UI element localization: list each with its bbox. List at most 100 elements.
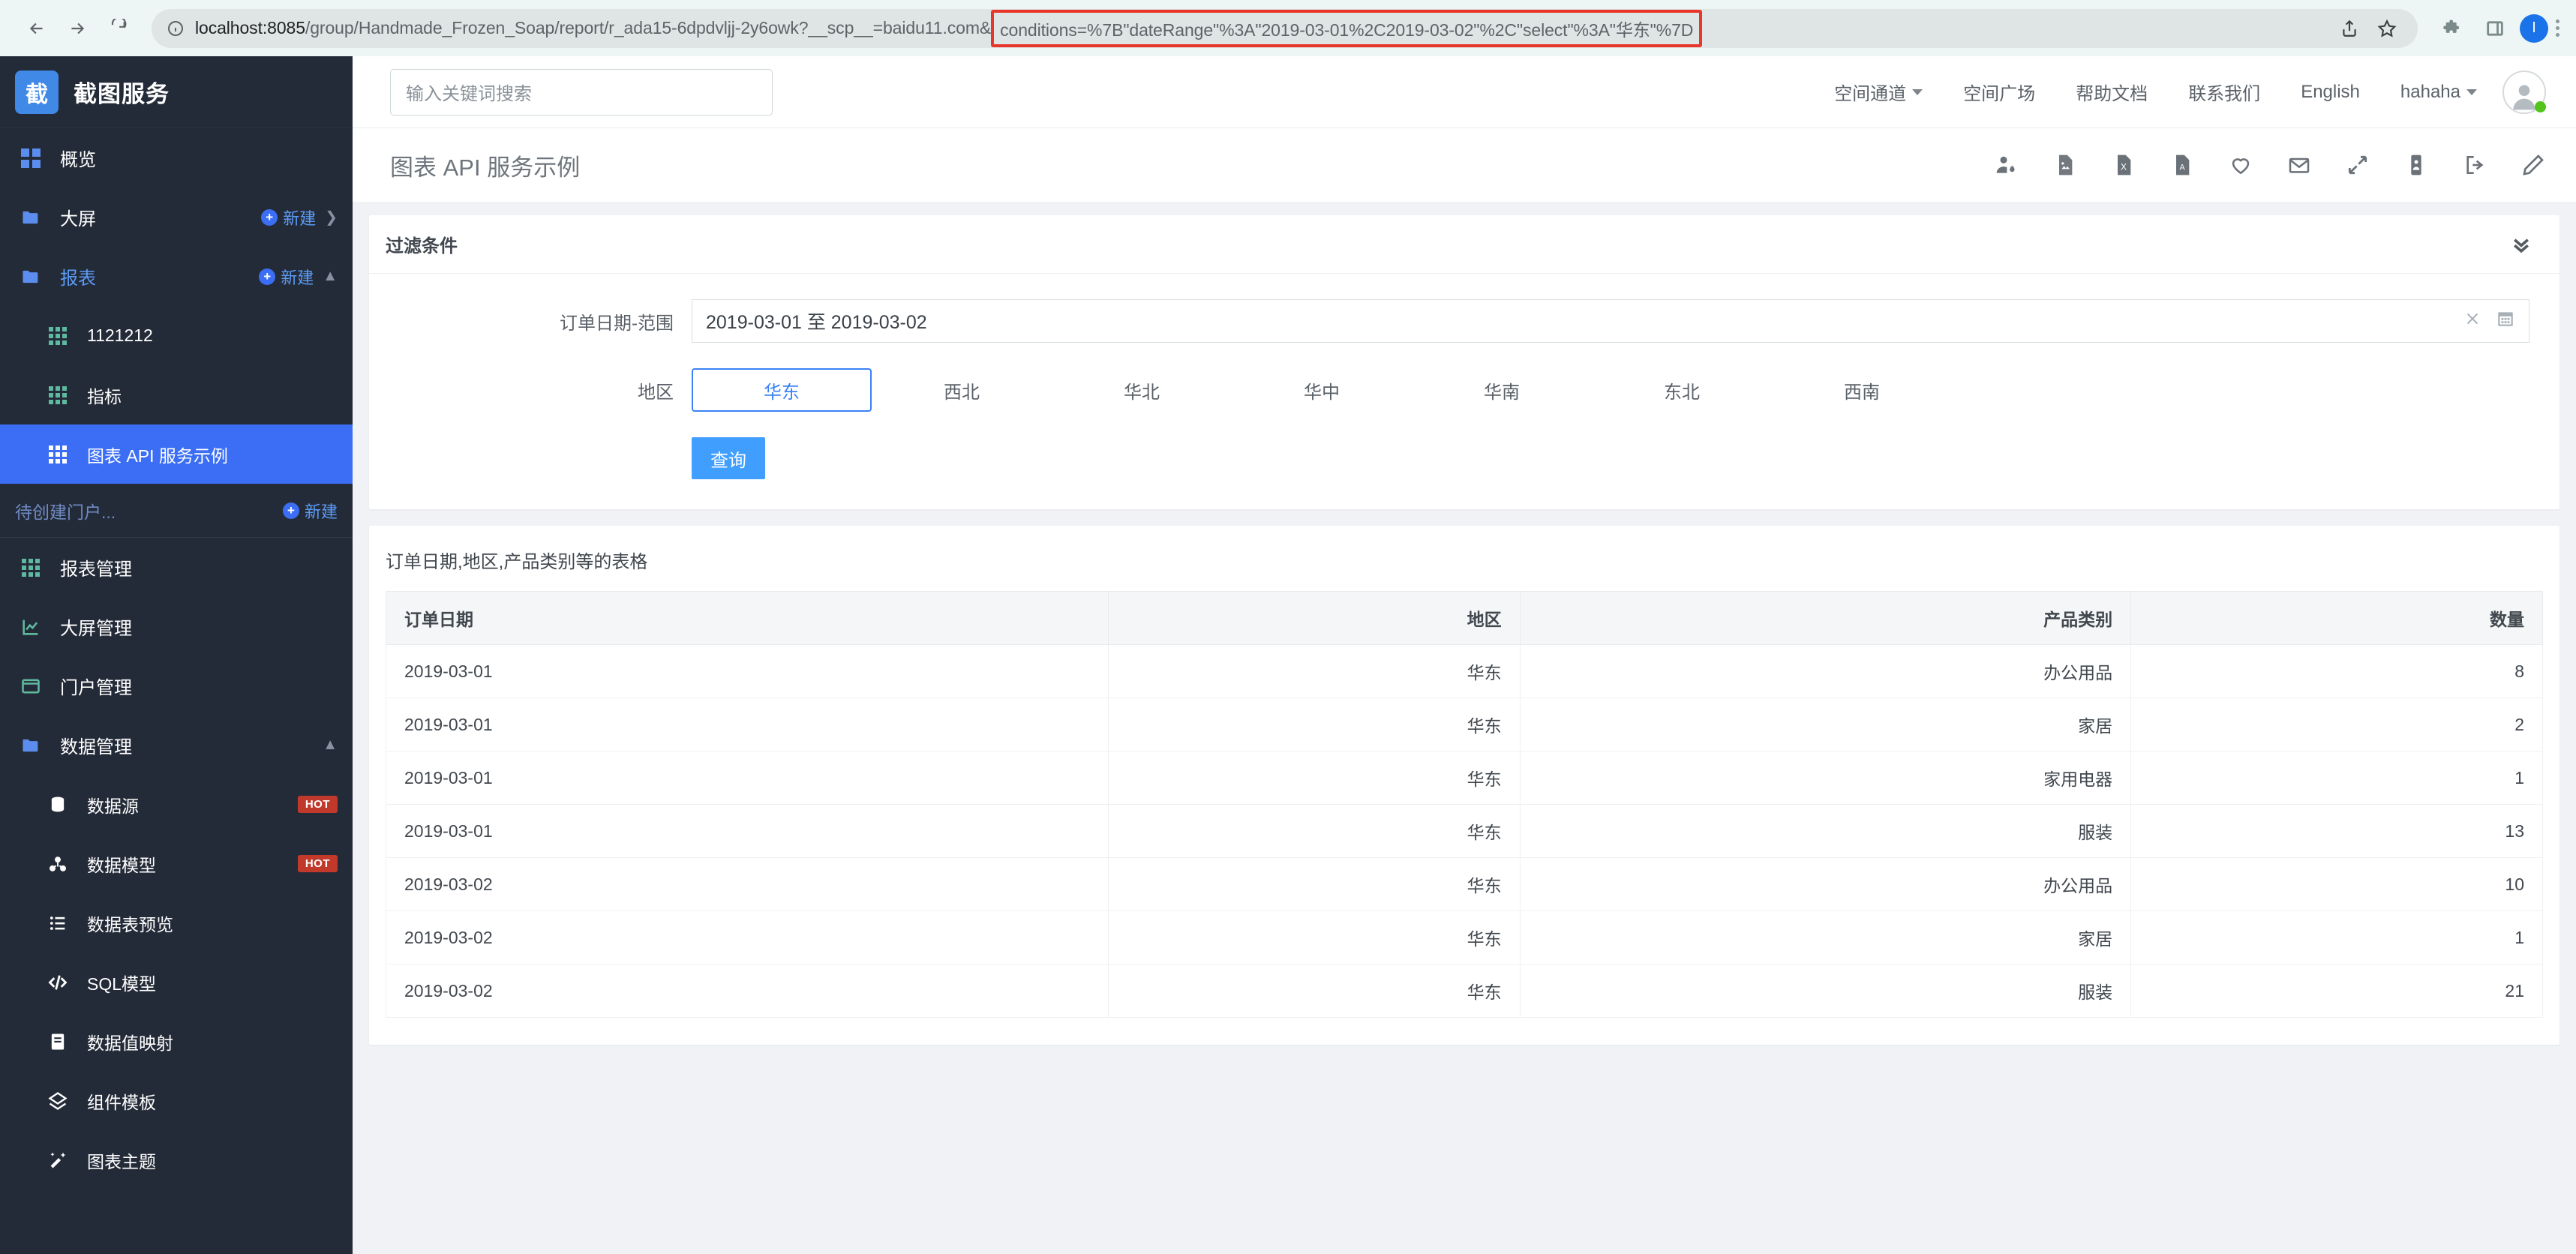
nav-help-docs[interactable]: 帮助文档: [2076, 79, 2148, 105]
mobile-preview-icon[interactable]: [2403, 152, 2429, 178]
region-option-xibei[interactable]: 西北: [872, 368, 1052, 412]
favorite-heart-icon[interactable]: [2228, 152, 2253, 178]
column-header-product-category[interactable]: 产品类别: [1519, 591, 2132, 645]
cell-product-category: 服装: [1519, 804, 2132, 858]
sidebar-item-metrics[interactable]: 指标: [0, 365, 353, 424]
folder-icon: [15, 735, 47, 756]
table-row[interactable]: 2019-03-02 华东 服装 21: [386, 964, 2543, 1018]
bookmark-star-icon[interactable]: [2370, 11, 2404, 46]
share-icon[interactable]: [2332, 11, 2367, 46]
nav-space-square[interactable]: 空间广场: [1963, 79, 2035, 105]
address-bar[interactable]: localhost:8085/group/Handmade_Frozen_Soa…: [152, 8, 2418, 48]
share-out-icon[interactable]: [2462, 152, 2487, 178]
edit-pencil-icon[interactable]: [2520, 152, 2546, 178]
region-option-huabei[interactable]: 华北: [1052, 368, 1232, 412]
window-icon: [15, 676, 47, 697]
sidebar-item-table-preview[interactable]: 数据表预览: [0, 893, 353, 952]
region-option-huadong[interactable]: 华东: [692, 368, 872, 412]
sidebar-item-label: 图表主题: [87, 1151, 156, 1172]
user-settings-icon[interactable]: [1994, 152, 2019, 178]
nav-language-english[interactable]: English: [2301, 82, 2360, 103]
table-row[interactable]: 2019-03-01 华东 办公用品 8: [386, 644, 2543, 698]
folder-icon: [15, 207, 47, 228]
export-excel-icon[interactable]: X: [2111, 152, 2136, 178]
sidebar-item-reports[interactable]: 报表 + 新建 ▲: [0, 247, 353, 306]
browser-profile-avatar[interactable]: I: [2520, 14, 2548, 43]
sidebar-item-component-template[interactable]: 组件模板: [0, 1071, 353, 1130]
sidebar-item-bigscreen-management[interactable]: 大屏管理: [0, 597, 353, 656]
query-button[interactable]: 查询: [692, 437, 765, 479]
date-range-input[interactable]: 2019-03-01 至 2019-03-02: [692, 299, 2529, 343]
browser-extra-actions: I: [2436, 11, 2559, 46]
column-header-quantity[interactable]: 数量: [2130, 591, 2543, 645]
sidebar-item-report-management[interactable]: 报表管理: [0, 538, 353, 597]
sidebar-item-chart-api-demo[interactable]: 图表 API 服务示例: [0, 424, 353, 484]
brand-title: 截图服务: [74, 81, 170, 107]
new-label: 新建: [304, 502, 338, 521]
sidebar-item-chart-theme[interactable]: 图表主题: [0, 1130, 353, 1190]
nav-space-channel[interactable]: 空间通道: [1834, 79, 1923, 105]
sidebar-item-sql-model[interactable]: SQL模型: [0, 952, 353, 1012]
avatar[interactable]: [2502, 70, 2546, 114]
new-portal-button[interactable]: + 新建: [282, 499, 338, 523]
dashboard-grid-icon: [15, 148, 47, 168]
forward-arrow-icon[interactable]: [57, 8, 98, 49]
side-panel-icon[interactable]: [2478, 11, 2512, 46]
clear-x-icon[interactable]: [2463, 309, 2482, 334]
sidebar-item-datamodel[interactable]: 数据模型 HOT: [0, 834, 353, 893]
cell-order-date: 2019-03-02: [386, 857, 1109, 911]
chevron-up-icon[interactable]: ▲: [323, 268, 338, 285]
reload-icon[interactable]: [98, 8, 138, 49]
kebab-menu-icon[interactable]: [2556, 20, 2559, 37]
new-report-button[interactable]: + 新建: [259, 265, 314, 289]
table-row[interactable]: 2019-03-01 华东 服装 13: [386, 804, 2543, 858]
date-range-label: 订单日期-范围: [560, 313, 674, 334]
content-area: 过滤条件 订单日期-范围 2019-03-01 至 2019-03-02 地区 …: [353, 202, 2576, 1254]
sidebar-item-1121212[interactable]: 1121212: [0, 306, 353, 365]
brand[interactable]: 截 截图服务: [0, 56, 353, 128]
chevron-right-icon[interactable]: ❯: [325, 208, 338, 226]
export-image-icon[interactable]: [2052, 152, 2078, 178]
region-option-huazhong[interactable]: 华中: [1232, 368, 1412, 412]
cell-quantity: 13: [2130, 804, 2543, 858]
region-option-dongbei[interactable]: 东北: [1592, 368, 1772, 412]
pending-portal-row[interactable]: 待创建门户... + 新建: [0, 484, 353, 538]
region-option-xinan[interactable]: 西南: [1772, 368, 1952, 412]
fullscreen-icon[interactable]: [2345, 152, 2370, 178]
page-header: 图表 API 服务示例 X A: [353, 128, 2576, 202]
sidebar-item-label: SQL模型: [87, 974, 157, 994]
sidebar-item-value-mapping[interactable]: 数据值映射: [0, 1012, 353, 1071]
search-input[interactable]: 输入关键词搜索: [390, 68, 773, 116]
region-option-huanan[interactable]: 华南: [1412, 368, 1592, 412]
column-header-order-date[interactable]: 订单日期: [386, 591, 1109, 645]
nav-contact-us[interactable]: 联系我们: [2188, 79, 2260, 105]
nav-user-menu[interactable]: hahaha: [2400, 82, 2477, 103]
email-icon[interactable]: [2286, 152, 2312, 178]
sidebar-item-overview[interactable]: 概览: [0, 128, 353, 188]
sidebar-item-label: 数据源: [87, 796, 139, 816]
export-pdf-icon[interactable]: A: [2169, 152, 2195, 178]
cell-region: 华东: [1107, 964, 1521, 1018]
double-chevron-down-icon[interactable]: [2510, 233, 2532, 256]
extensions-puzzle-icon[interactable]: [2436, 11, 2470, 46]
hot-badge: HOT: [297, 855, 338, 872]
cell-quantity: 21: [2130, 964, 2543, 1018]
top-header: 输入关键词搜索 空间通道 空间广场 帮助文档 联系我们 English haha…: [353, 56, 2576, 128]
chevron-up-icon[interactable]: ▲: [323, 736, 338, 754]
sidebar-item-datasource[interactable]: 数据源 HOT: [0, 775, 353, 834]
date-range-value: 2019-03-01 至 2019-03-02: [706, 312, 927, 333]
back-arrow-icon[interactable]: [17, 8, 57, 49]
site-info-icon[interactable]: [167, 20, 185, 38]
new-bigscreen-button[interactable]: + 新建: [261, 206, 316, 230]
column-header-region[interactable]: 地区: [1107, 591, 1521, 645]
table-row[interactable]: 2019-03-02 华东 办公用品 10: [386, 857, 2543, 911]
table-row[interactable]: 2019-03-01 华东 家居 2: [386, 698, 2543, 752]
table-row[interactable]: 2019-03-01 华东 家用电器 1: [386, 751, 2543, 805]
calendar-icon[interactable]: [2496, 309, 2515, 334]
table-row[interactable]: 2019-03-02 华东 家居 1: [386, 910, 2543, 964]
sidebar-item-portal-management[interactable]: 门户管理: [0, 656, 353, 716]
sidebar-item-bigscreen[interactable]: 大屏 + 新建 ❯: [0, 188, 353, 247]
sidebar-item-data-management[interactable]: 数据管理 ▲: [0, 716, 353, 775]
page-toolbar: X A: [1994, 152, 2546, 178]
cell-region: 华东: [1107, 644, 1521, 698]
